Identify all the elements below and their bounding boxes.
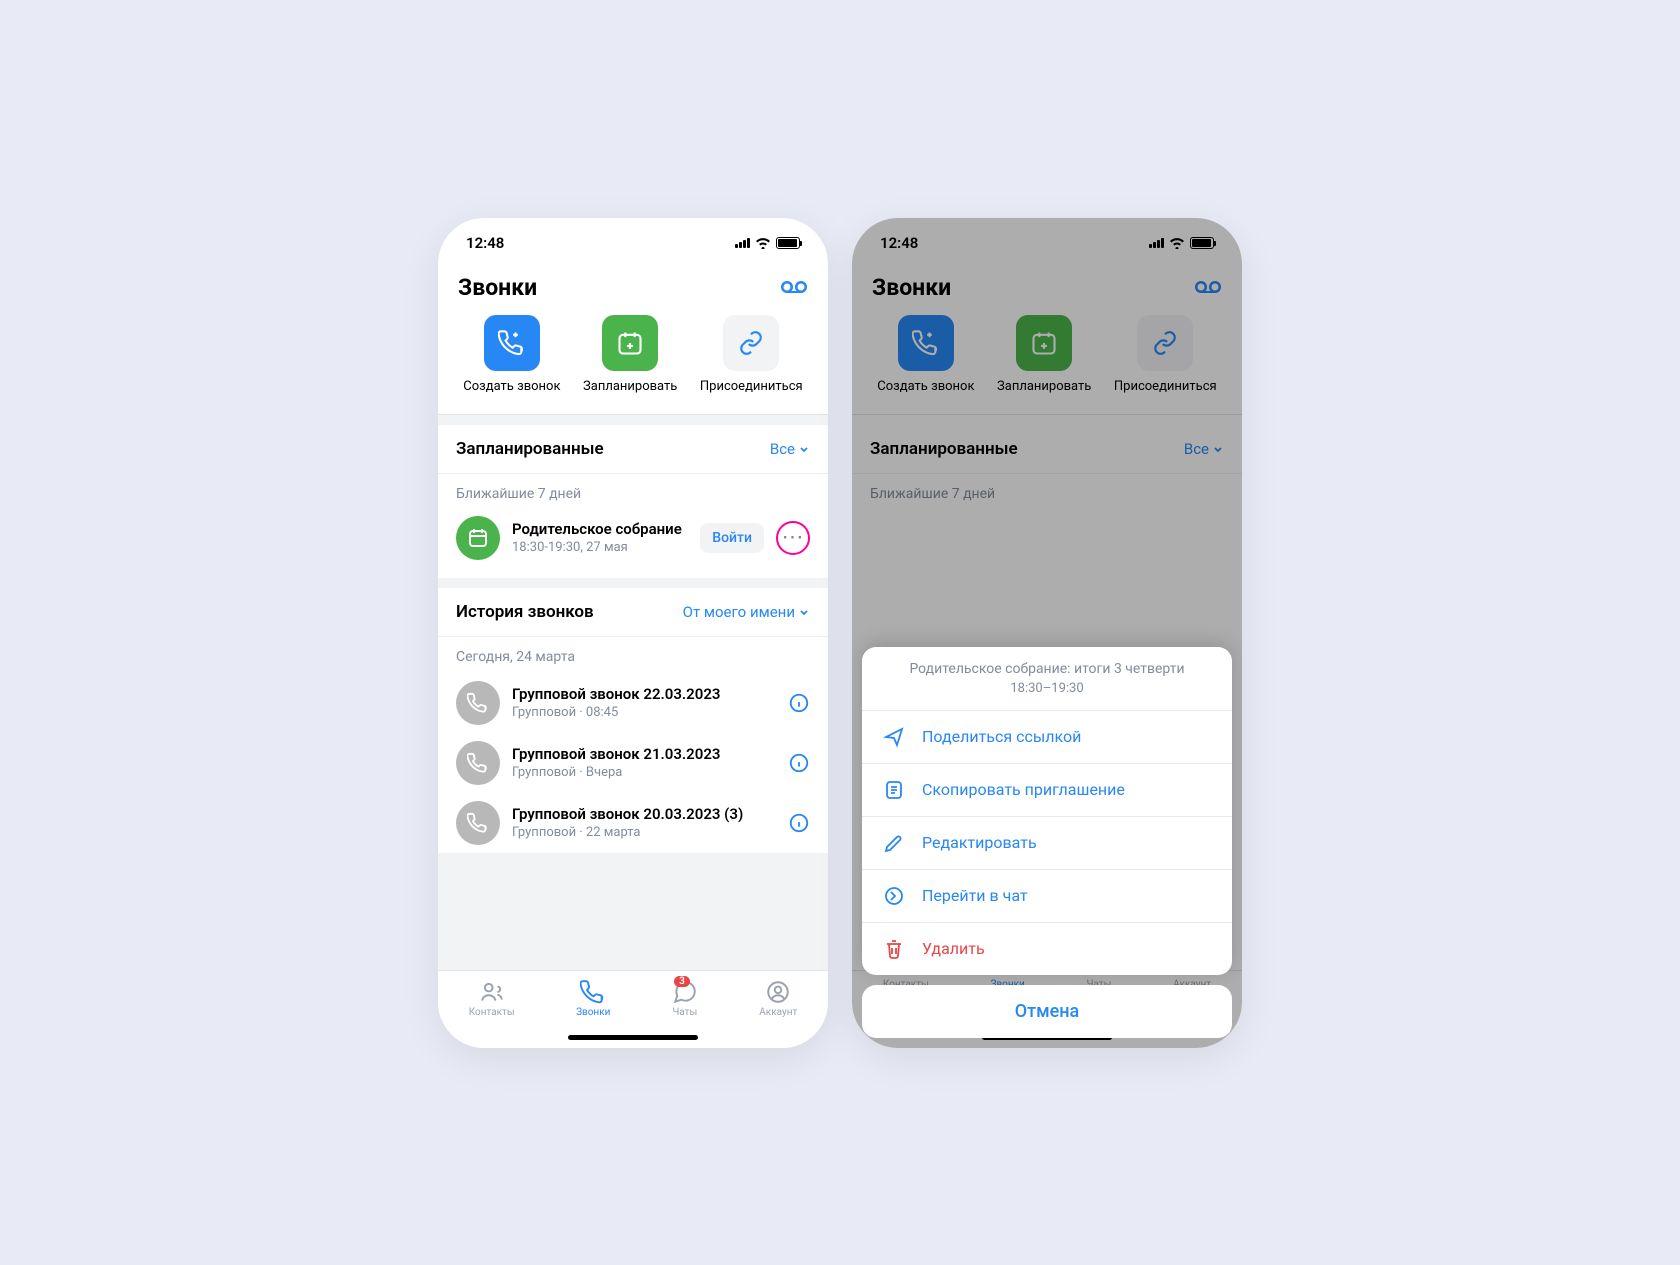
status-time: 12:48 bbox=[880, 234, 918, 252]
info-icon[interactable] bbox=[788, 812, 810, 834]
sheet-chat[interactable]: Перейти в чат bbox=[862, 870, 1232, 923]
phone-plus-icon bbox=[898, 315, 954, 371]
tab-calls[interactable]: Звонки bbox=[576, 979, 610, 1018]
page-title: Звонки bbox=[458, 274, 537, 301]
voicemail-icon[interactable] bbox=[1194, 279, 1222, 295]
schedule-call-button[interactable]: Запланировать bbox=[997, 315, 1091, 394]
history-date: Сегодня, 24 марта bbox=[438, 637, 828, 673]
link-icon bbox=[1137, 315, 1193, 371]
info-icon[interactable] bbox=[788, 752, 810, 774]
action-sheet: Родительское собрание: итоги 3 четверти … bbox=[852, 637, 1242, 1048]
create-call-button[interactable]: Создать звонок bbox=[463, 315, 560, 394]
phone-icon bbox=[456, 741, 500, 785]
wifi-icon bbox=[1169, 237, 1185, 249]
scheduled-filter[interactable]: Все bbox=[1184, 440, 1224, 458]
schedule-call-button[interactable]: Запланировать bbox=[583, 315, 677, 394]
scheduled-item[interactable]: Родительское собрание 18:30-19:30, 27 ма… bbox=[438, 510, 828, 578]
calendar-plus-icon bbox=[602, 315, 658, 371]
tab-chats[interactable]: 3Чаты bbox=[672, 979, 698, 1018]
page-title: Звонки bbox=[872, 274, 951, 301]
history-title: История звонков bbox=[456, 602, 594, 622]
info-icon[interactable] bbox=[788, 692, 810, 714]
history-item[interactable]: Групповой звонок 22.03.2023Групповой · 0… bbox=[438, 673, 828, 733]
history-filter[interactable]: От моего имени bbox=[683, 603, 810, 621]
join-button[interactable]: Войти bbox=[700, 523, 764, 553]
scheduled-filter[interactable]: Все bbox=[770, 440, 810, 458]
phone-main: 12:48 Звонки Создать звонок bbox=[438, 218, 828, 1048]
tab-contacts[interactable]: Контакты bbox=[469, 979, 515, 1018]
more-button[interactable]: ⋯ bbox=[776, 521, 810, 555]
battery-icon bbox=[776, 237, 800, 249]
status-time: 12:48 bbox=[466, 234, 504, 252]
sheet-share[interactable]: Поделиться ссылкой bbox=[862, 711, 1232, 764]
calendar-icon bbox=[456, 516, 500, 560]
signal-icon bbox=[735, 238, 750, 248]
wifi-icon bbox=[755, 237, 771, 249]
link-icon bbox=[723, 315, 779, 371]
tab-account[interactable]: Аккаунт bbox=[759, 979, 797, 1018]
signal-icon bbox=[1149, 238, 1164, 248]
phone-icon bbox=[456, 801, 500, 845]
calendar-plus-icon bbox=[1016, 315, 1072, 371]
history-item[interactable]: Групповой звонок 20.03.2023 (3)Групповой… bbox=[438, 793, 828, 853]
home-indicator bbox=[568, 1035, 698, 1040]
scheduled-title: Запланированные bbox=[456, 439, 604, 459]
history-item[interactable]: Групповой звонок 21.03.2023Групповой · В… bbox=[438, 733, 828, 793]
scheduled-subtitle: Ближайшие 7 дней bbox=[438, 474, 828, 510]
phone-plus-icon bbox=[484, 315, 540, 371]
battery-icon bbox=[1190, 237, 1214, 249]
phone-icon bbox=[456, 681, 500, 725]
sheet-cancel[interactable]: Отмена bbox=[862, 985, 1232, 1038]
phone-sheet: 12:48 Звонки Создать звонок Запланироват… bbox=[852, 218, 1242, 1048]
sheet-copy[interactable]: Скопировать приглашение bbox=[862, 764, 1232, 817]
status-bar: 12:48 bbox=[438, 218, 828, 268]
create-call-button[interactable]: Создать звонок bbox=[877, 315, 974, 394]
sheet-edit[interactable]: Редактировать bbox=[862, 817, 1232, 870]
sheet-header: Родительское собрание: итоги 3 четверти … bbox=[862, 647, 1232, 711]
join-call-button[interactable]: Присоединиться bbox=[700, 315, 803, 394]
status-bar: 12:48 bbox=[852, 218, 1242, 268]
badge: 3 bbox=[674, 976, 690, 987]
join-call-button[interactable]: Присоединиться bbox=[1114, 315, 1217, 394]
voicemail-icon[interactable] bbox=[780, 279, 808, 295]
sheet-delete[interactable]: Удалить bbox=[862, 923, 1232, 975]
